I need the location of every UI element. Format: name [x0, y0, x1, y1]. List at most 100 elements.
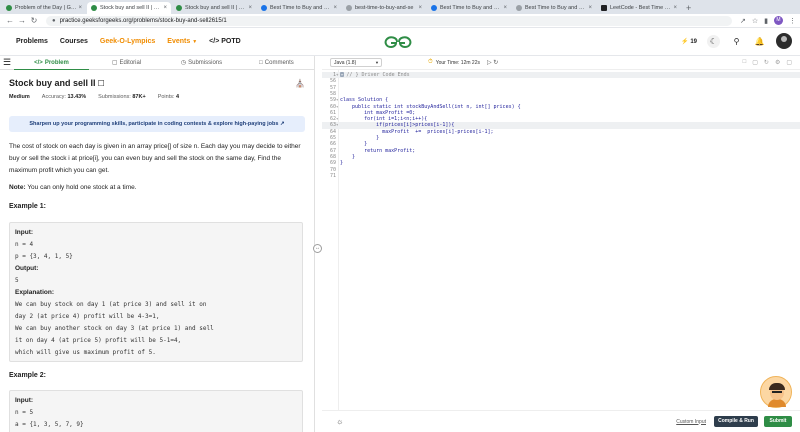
example-1-input-label: Input: — [15, 229, 34, 236]
browser-tab-title: Stock buy and sell II | Prac — [100, 5, 162, 11]
bookmark-icon[interactable]: ☐ — [98, 79, 105, 88]
collapsed-region-marker[interactable]: ↔ — [340, 72, 345, 77]
tab-editorial[interactable]: ▢ Editorial — [89, 56, 164, 70]
assistant-shirt — [768, 399, 786, 407]
accuracy-value: 13.43% — [67, 94, 87, 100]
example-1-explanation-line: We can buy another stock on day 3 (at pr… — [15, 325, 214, 332]
browser-tab-strip: Problem of the Day | Geek × Stock buy and … — [0, 0, 800, 14]
browser-tab-title: best-time-to-buy-and-se — [355, 5, 414, 11]
hamburger-icon[interactable]: ☰ — [0, 57, 14, 68]
url-input[interactable]: ● practice.geeksforgeeks.org/problems/st… — [46, 15, 732, 26]
browser-tab[interactable]: Best Time to Buy and Sell × — [512, 2, 596, 14]
close-icon[interactable]: × — [78, 5, 82, 11]
tab-submissions-label: Submissions — [188, 59, 223, 66]
url-text: practice.geeksforgeeks.org/problems/stoc… — [59, 17, 227, 24]
promo-banner[interactable]: Sharpen up your programming skills, part… — [9, 116, 305, 132]
star-icon[interactable]: ☆ — [752, 17, 758, 25]
nav-events[interactable]: Events ▼ — [167, 38, 197, 45]
example-2-box: Input: n = 5 a = {1, 3, 5, 7, 9} — [9, 390, 303, 432]
lock-icon: ● — [52, 17, 56, 24]
clock-icon: ◷ — [180, 59, 187, 66]
language-value: Java (1.8) — [334, 59, 357, 66]
reset-icon[interactable]: ↻ — [764, 59, 769, 66]
browser-tab[interactable]: Problem of the Day | Geek × — [2, 2, 86, 14]
example-1-explanation-line: day 2 (at price 4) profit will be 4-3=1, — [15, 313, 160, 320]
gfg-logo-icon[interactable] — [383, 34, 413, 50]
user-avatar[interactable] — [776, 33, 792, 49]
example-2-heading: Example 2: — [9, 372, 46, 379]
timer-controls[interactable]: ▷ ↻ — [487, 59, 498, 66]
nav-geek-o-lympics[interactable]: Geek-O-Lympics — [100, 38, 155, 45]
code-icon: </> — [34, 59, 43, 66]
custom-input-link[interactable]: Custom Input — [676, 419, 706, 425]
code-text-content: public static int stockBuyAndSell(int n,… — [340, 103, 521, 110]
comment-icon: □ — [259, 59, 263, 66]
blue-icon — [261, 5, 267, 11]
example-1-output-label: Output: — [15, 265, 39, 272]
fullscreen-icon[interactable]: ▢ — [752, 59, 758, 66]
book-icon: ▢ — [111, 59, 118, 66]
note-text: You can only hold one stock at a time. — [27, 184, 137, 191]
browser-tab[interactable]: Stock buy and sell II | Prac × — [172, 2, 256, 14]
code-text-content: } — [340, 153, 356, 160]
tab-problem[interactable]: </> Problem — [14, 56, 89, 70]
code-editor[interactable]: 1 + ↔// } Driver Code Ends 56 57 58 59 ▾ class S… — [322, 70, 800, 410]
forward-icon[interactable]: → — [16, 16, 28, 25]
compile-run-button[interactable]: Compile & Run — [714, 416, 758, 427]
share-icon[interactable]: ↗ — [740, 17, 746, 25]
submit-button[interactable]: Submit — [764, 416, 792, 427]
theme-toggle-icon[interactable]: ☾ — [707, 34, 720, 48]
browser-tab[interactable]: Stock buy and sell II | Prac × — [87, 2, 171, 14]
editor-settings-icon[interactable]: ☼ — [336, 417, 343, 426]
blue-icon — [431, 5, 437, 11]
back-icon[interactable]: ← — [4, 16, 16, 25]
menu-dots-icon[interactable]: ⋮ — [789, 17, 796, 25]
company-icon[interactable]: ⛪ — [295, 79, 305, 88]
chevron-down-icon: ▼ — [375, 60, 379, 65]
tab-comments[interactable]: □ Comments — [239, 56, 314, 70]
gfg-icon — [91, 5, 97, 11]
expand-icon[interactable]: ▢ — [786, 59, 792, 66]
nav-problems[interactable]: Problems — [16, 38, 48, 45]
search-icon[interactable]: ⚲ — [730, 35, 743, 48]
code-text-content: } — [340, 135, 380, 141]
tab-problem-label: Problem — [44, 59, 69, 66]
gray-icon — [346, 5, 352, 11]
close-icon[interactable]: × — [588, 5, 592, 11]
browser-tab-title: Best Time to Buy and Sell — [270, 5, 332, 11]
copy-icon[interactable]: □ — [743, 59, 747, 66]
close-icon[interactable]: × — [418, 5, 422, 11]
streak-counter[interactable]: ⚡ 19 — [681, 38, 697, 45]
reload-icon[interactable]: ↻ — [28, 16, 40, 25]
browser-tab[interactable]: Best Time to Buy and Sell × — [257, 2, 341, 14]
close-icon[interactable]: × — [333, 5, 337, 11]
close-icon[interactable]: × — [248, 5, 252, 11]
problem-meta: Medium Accuracy: 13.43% Submissions: 87K… — [9, 94, 179, 100]
tab-submissions[interactable]: ◷ Submissions — [164, 56, 239, 70]
nav-courses[interactable]: Courses — [60, 38, 88, 45]
browser-tab-title: Best Time to Buy and Sell — [440, 5, 502, 11]
sidebar-icon[interactable]: ▮ — [764, 17, 768, 25]
nav-potd[interactable]: </> POTD — [209, 38, 241, 45]
browser-tab-title: Best Time to Buy and Sell — [525, 5, 587, 11]
language-select[interactable]: Java (1.8) ▼ — [330, 58, 382, 67]
browser-tab[interactable]: LeetCode - Best Time to B × — [597, 2, 681, 14]
code-text-content: return maxProfit; — [340, 147, 416, 154]
pane-resize-handle[interactable]: ↔ — [313, 244, 322, 253]
new-tab-icon[interactable]: + — [686, 2, 691, 14]
profile-avatar[interactable]: M — [774, 16, 783, 25]
settings-icon[interactable]: ⚙ — [775, 59, 780, 66]
nav-events-label: Events — [167, 38, 191, 45]
close-icon[interactable]: × — [163, 5, 167, 11]
browser-tab[interactable]: Best Time to Buy and Sell × — [427, 2, 511, 14]
gfg-icon — [176, 5, 182, 11]
assistant-avatar-icon[interactable] — [760, 376, 792, 408]
example-1-explanation-label: Explanation: — [15, 289, 55, 296]
close-icon[interactable]: × — [503, 5, 507, 11]
example-1-output: 5 — [15, 277, 19, 284]
close-icon[interactable]: × — [673, 5, 677, 11]
problem-title: Stock buy and sell II — [9, 78, 96, 88]
bell-icon[interactable]: 🔔 — [753, 35, 766, 48]
example-1-heading: Example 1: — [9, 203, 46, 210]
browser-tab[interactable]: best-time-to-buy-and-se × — [342, 2, 426, 14]
